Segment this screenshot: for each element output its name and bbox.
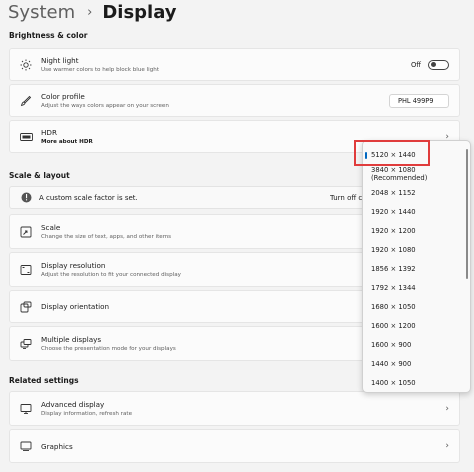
section-header-related: Related settings [9,376,79,385]
resolution-icon [19,263,33,277]
multiple-displays-sub: Choose the presentation mode for your di… [41,346,176,352]
night-light-title: Night light [41,56,79,65]
info-message: A custom scale factor is set. [39,193,138,202]
advanced-display-title: Advanced display [41,400,105,409]
scale-icon [19,225,33,239]
resolution-option[interactable]: 1856 × 1392 [363,260,463,278]
brush-icon [19,94,33,108]
advanced-display-row[interactable]: Advanced display Display information, re… [9,391,460,426]
hdr-icon [19,130,33,144]
breadcrumb-parent[interactable]: System [8,2,75,23]
sun-icon [19,58,33,72]
page-title: Display [102,1,177,23]
info-icon [19,191,33,205]
color-profile-title: Color profile [41,92,85,101]
display-resolution-sub: Adjust the resolution to fit your connec… [41,272,181,278]
chevron-right-icon: › [445,403,449,414]
advanced-display-sub: Display information, refresh rate [41,411,133,417]
color-profile-row[interactable]: Color profile Adjust the ways colors app… [9,84,460,117]
night-light-toggle[interactable] [428,59,449,70]
selection-highlight-box [354,140,430,166]
resolution-option[interactable]: 1920 × 1440 [363,203,463,221]
scale-title: Scale [41,223,61,232]
chevron-right-icon: › [87,4,93,20]
night-light-state: Off [410,60,421,69]
scale-sub: Change the size of text, apps, and other… [41,234,172,240]
section-header-brightness: Brightness & color [9,31,88,40]
resolution-option[interactable]: 1920 × 1200 [363,222,463,240]
chevron-right-icon: › [445,441,449,451]
toggle-knob [431,62,436,67]
graphics-icon [19,439,33,453]
multiple-displays-icon [19,337,33,351]
graphics-title: Graphics [41,441,73,451]
resolution-option[interactable]: 1920 × 1080 [363,241,463,259]
resolution-option[interactable]: 1400 × 1050 [363,374,463,392]
graphics-row[interactable]: Graphics › [9,429,460,463]
color-profile-sub: Adjust the ways colors appear on your sc… [41,103,169,109]
multiple-displays-title: Multiple displays [41,335,102,344]
breadcrumb: System › Display [8,1,177,23]
section-header-scale-layout: Scale & layout [9,171,70,180]
hdr-title: HDR [41,128,57,137]
night-light-row[interactable]: Night light Use warmer colors to help bl… [9,48,460,81]
resolution-option[interactable]: 1600 × 900 [363,336,463,354]
color-profile-select[interactable]: PHL 499P9 [389,93,449,108]
orientation-icon [19,300,33,314]
resolution-dropdown[interactable]: 5120 × 1440 3840 × 1080 (Recommended) 20… [362,140,471,393]
resolution-option[interactable]: 1680 × 1050 [363,298,463,316]
resolution-option[interactable]: 3840 × 1080 (Recommended) [363,165,463,183]
resolution-option[interactable]: 1600 × 1200 [363,317,463,335]
display-resolution-title: Display resolution [41,261,106,270]
resolution-option[interactable]: 2048 × 1152 [363,184,463,202]
hdr-link[interactable]: More about HDR [41,139,93,145]
resolution-option[interactable]: 1792 × 1344 [363,279,463,297]
resolution-option[interactable]: 1440 × 900 [363,355,463,373]
monitor-icon [19,402,33,416]
dropdown-scrollbar[interactable] [466,149,468,279]
night-light-sub: Use warmer colors to help block blue lig… [41,67,160,73]
display-orientation-title: Display orientation [41,302,110,311]
